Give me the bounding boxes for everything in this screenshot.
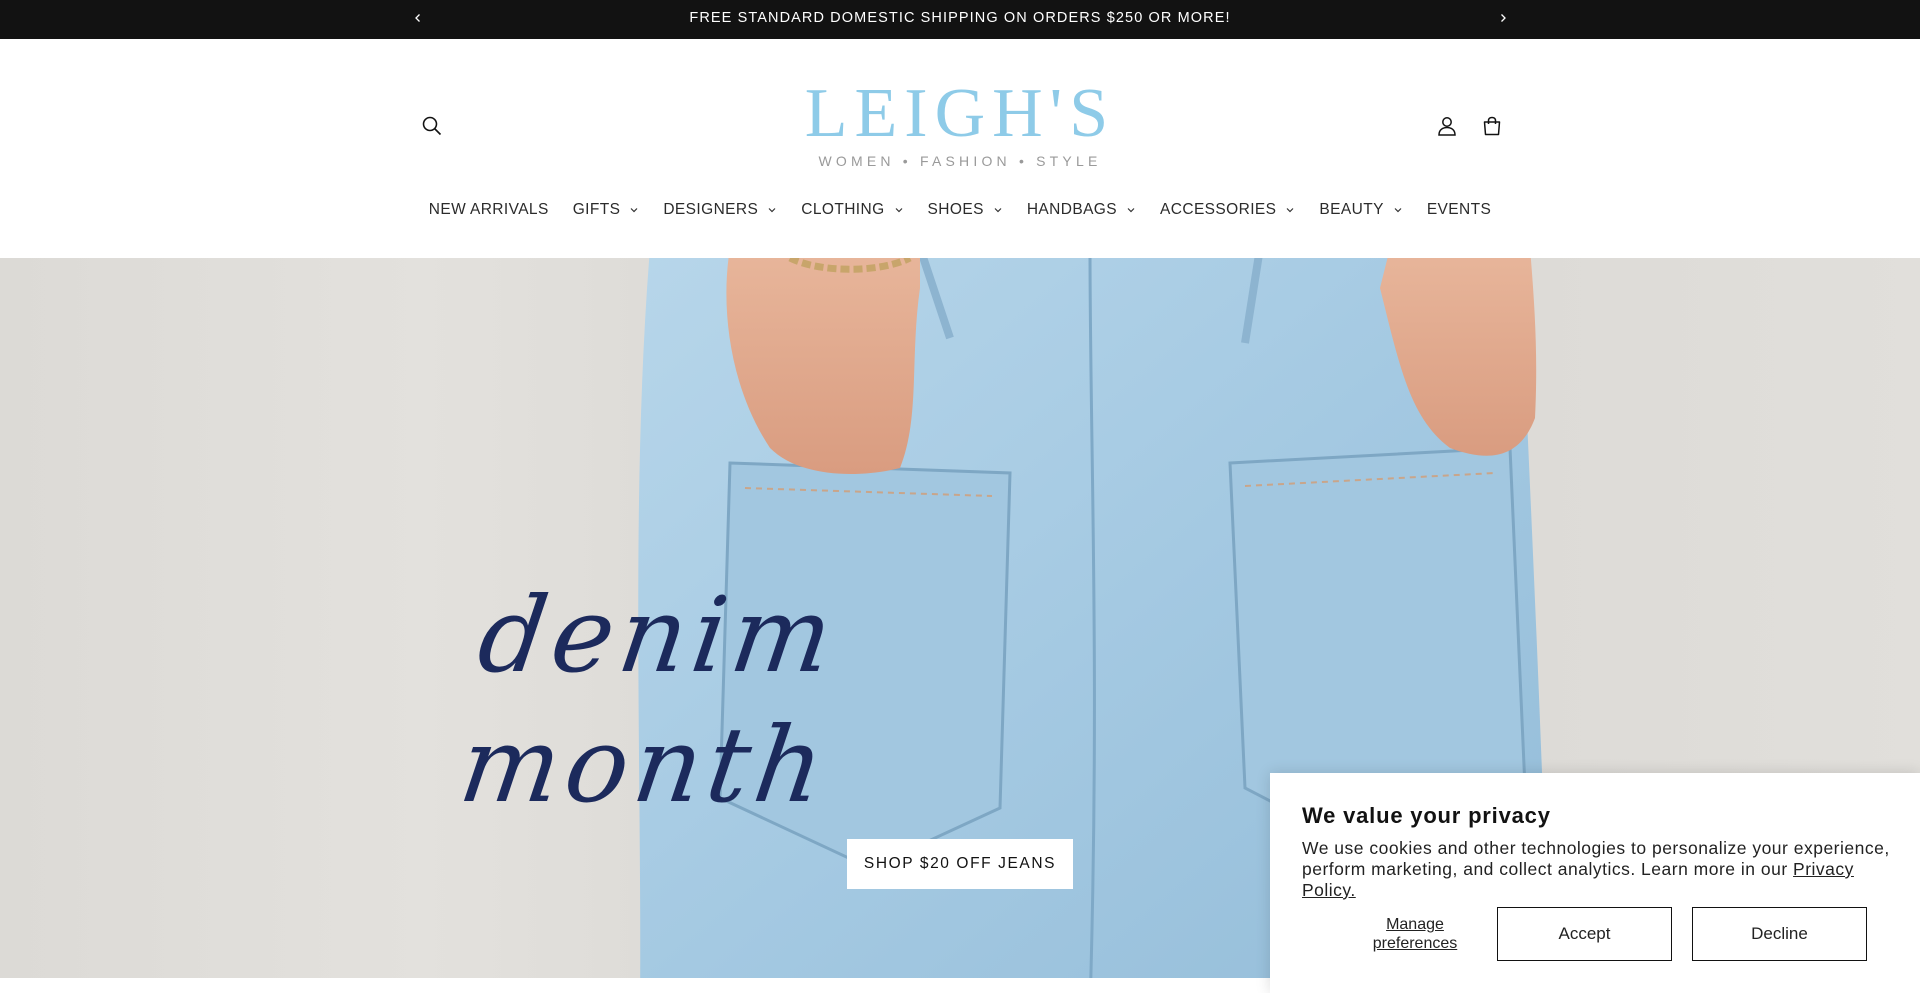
accept-button[interactable]: Accept (1497, 907, 1672, 961)
nav-item-label: CLOTHING (801, 201, 885, 218)
cookie-text: We use cookies and other technologies to… (1302, 838, 1902, 901)
search-icon (421, 115, 443, 137)
nav-item-accessories[interactable]: ACCESSORIES (1148, 201, 1307, 219)
announcement-text: FREE STANDARD DOMESTIC SHIPPING ON ORDER… (689, 10, 1231, 26)
nav-item-new-arrivals[interactable]: NEW ARRIVALS (417, 201, 561, 219)
hero-title: denim month (453, 574, 846, 826)
chevron-down-icon (1393, 205, 1403, 215)
chevron-down-icon (1285, 205, 1295, 215)
shop-jeans-button[interactable]: SHOP $20 OFF JEANS (847, 839, 1073, 889)
nav-item-label: BEAUTY (1319, 201, 1384, 218)
chevron-down-icon (993, 205, 1003, 215)
announcement-next-button[interactable] (1491, 6, 1515, 30)
chevron-down-icon (1126, 205, 1136, 215)
nav-item-label: DESIGNERS (663, 201, 759, 218)
nav-item-label: HANDBAGS (1026, 201, 1118, 218)
cart-icon (1481, 115, 1503, 137)
chevron-down-icon (894, 205, 904, 215)
cart-button[interactable] (1475, 109, 1509, 143)
logo-tagline: WOMEN • FASHION • STYLE (818, 153, 1102, 169)
account-button[interactable] (1430, 109, 1464, 143)
nav-item-label: ACCESSORIES (1160, 201, 1277, 218)
nav-item-clothing[interactable]: CLOTHING (789, 201, 915, 219)
nav-item-events[interactable]: EVENTS (1415, 201, 1503, 219)
nav-item-shoes[interactable]: SHOES (916, 201, 1015, 219)
cookie-title: We value your privacy (1302, 803, 1551, 828)
site-header: LEIGH'S WOMEN • FASHION • STYLE NEW ARRI… (0, 39, 1920, 258)
decline-button[interactable]: Decline (1692, 907, 1867, 961)
chevron-right-icon (1498, 13, 1508, 23)
nav-item-beauty[interactable]: BEAUTY (1307, 201, 1414, 219)
chevron-down-icon (767, 205, 777, 215)
user-icon (1436, 115, 1458, 137)
nav-item-designers[interactable]: DESIGNERS (651, 201, 789, 219)
site-logo[interactable]: LEIGH'S WOMEN • FASHION • STYLE (790, 75, 1130, 170)
manage-preferences-link[interactable]: Manage preferences (1360, 915, 1470, 953)
search-button[interactable] (415, 109, 449, 143)
announcement-bar: FREE STANDARD DOMESTIC SHIPPING ON ORDER… (0, 0, 1920, 39)
nav-item-handbags[interactable]: HANDBAGS (1015, 201, 1148, 219)
nav-item-label: NEW ARRIVALS (428, 201, 549, 218)
nav-item-label: GIFTS (572, 201, 621, 218)
main-nav: NEW ARRIVALS GIFTS DESIGNERS CLOTHING SH… (0, 195, 1920, 225)
nav-item-label: SHOES (927, 201, 984, 218)
cookie-banner: We value your privacy We use cookies and… (1270, 773, 1920, 993)
nav-item-gifts[interactable]: GIFTS (561, 201, 652, 219)
logo-brand: LEIGH'S (804, 75, 1116, 152)
chevron-down-icon (629, 205, 639, 215)
nav-item-label: EVENTS (1426, 201, 1492, 218)
